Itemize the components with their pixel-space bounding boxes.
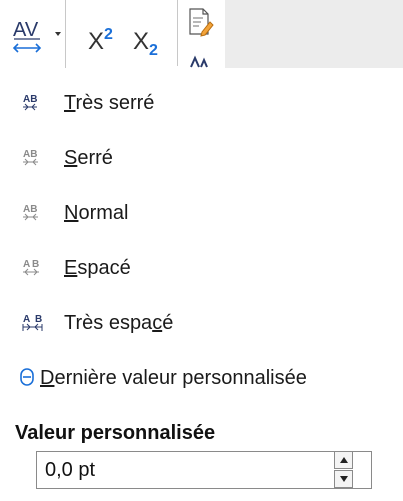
subscript-icon-base: X — [133, 28, 150, 55]
superscript-button[interactable]: X2 — [88, 26, 128, 58]
menu-item-very-tight[interactable]: AB Très serré — [0, 76, 403, 130]
spacing-loose-icon: A B — [23, 259, 39, 276]
menu-item-tight[interactable]: AB Serré — [0, 131, 403, 185]
custom-value-field[interactable] — [36, 451, 372, 489]
menu-item-label: Très serré — [64, 91, 155, 114]
chevron-down-icon — [55, 32, 61, 36]
svg-text:AB: AB — [23, 204, 37, 215]
spacing-normal-icon: AB — [23, 204, 38, 221]
superscript-icon-base: X — [88, 28, 105, 55]
svg-text:AB: AB — [23, 149, 37, 160]
toolbar-divider — [177, 0, 178, 66]
icon-letters: AB — [23, 94, 37, 105]
menu-item-label: Espacé — [64, 256, 131, 279]
spacing-glyph: AV — [13, 19, 39, 41]
arrow-up-icon — [340, 457, 348, 463]
custom-value-heading: Valeur personnalisée — [15, 422, 216, 444]
svg-text:B: B — [35, 314, 42, 325]
svg-text:A: A — [23, 314, 30, 325]
spacing-tight-icon: AB — [23, 149, 38, 166]
fontwork-icon[interactable] — [190, 54, 210, 68]
menu-item-normal[interactable]: AB Normal — [0, 186, 403, 240]
subscript-button[interactable]: X2 — [133, 28, 173, 59]
character-spacing-dropdown-button[interactable]: AV — [0, 0, 66, 68]
menu-item-last-custom-value[interactable]: Dernière valeur personnalisée — [0, 351, 403, 405]
spin-down-button[interactable] — [334, 470, 353, 488]
menu-item-label: Très espacé — [64, 311, 174, 334]
menu-item-loose[interactable]: A B Espacé — [0, 241, 403, 295]
menu-item-label: Dernière valeur personnalisée — [40, 366, 307, 389]
formatting-toolbar: AV X2 X2 — [0, 0, 403, 68]
spacing-very-loose-icon: A B — [22, 314, 43, 331]
spacing-very-tight-icon: AB — [23, 94, 37, 111]
spin-up-button[interactable] — [334, 451, 353, 469]
subscript-icon-mark: 2 — [149, 42, 158, 59]
custom-value-input[interactable] — [37, 452, 367, 488]
menu-item-label: Normal — [64, 201, 129, 224]
edit-document-icon[interactable] — [188, 8, 214, 38]
superscript-icon-mark: 2 — [104, 26, 113, 43]
character-spacing-icon: AV — [12, 19, 42, 53]
toolbar-background — [225, 0, 403, 68]
menu-item-very-loose[interactable]: A B Très espacé — [0, 296, 403, 350]
arrow-down-icon — [340, 476, 348, 482]
svg-text:B: B — [32, 259, 39, 270]
svg-text:A: A — [23, 259, 30, 270]
menu-item-label: Serré — [64, 146, 113, 169]
